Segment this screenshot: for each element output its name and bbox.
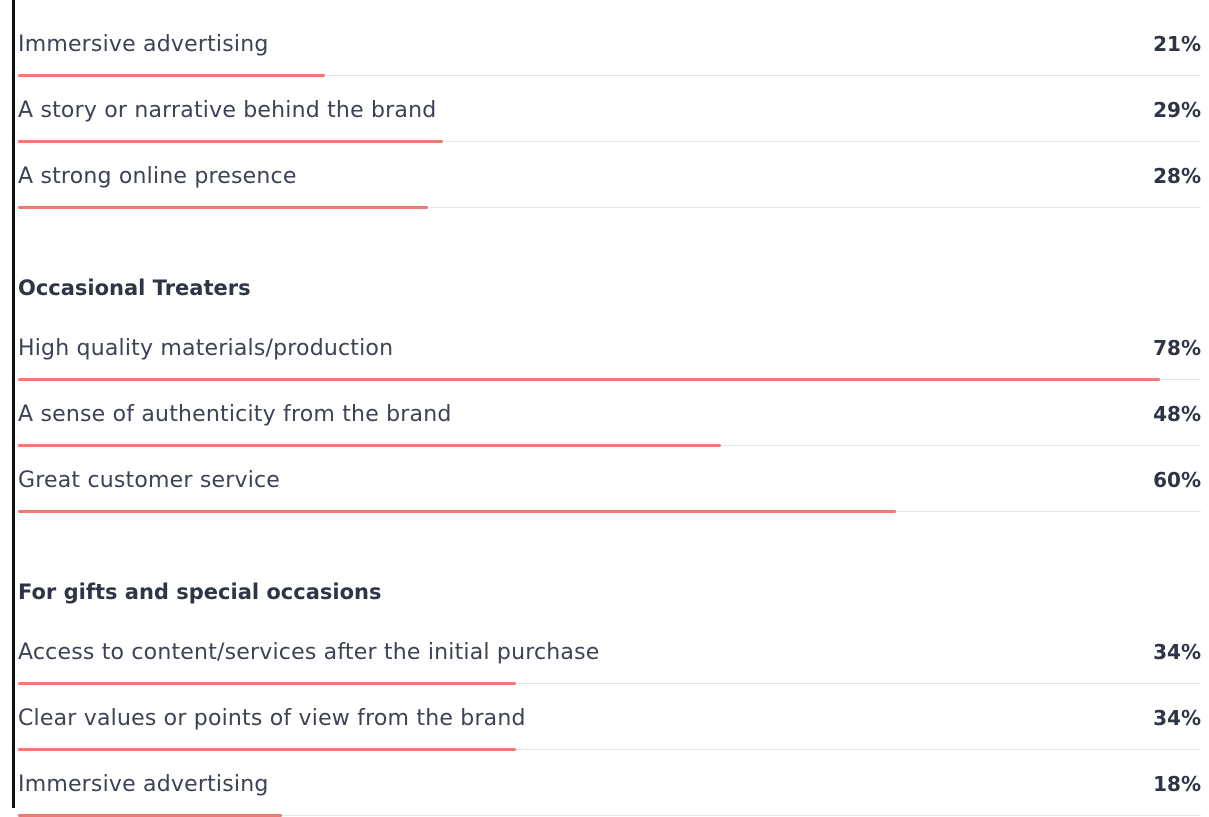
bar-label: A story or narrative behind the brand [18,98,437,123]
left-border-line [12,0,15,808]
bar-row: A sense of authenticity from the brand 4… [18,380,1201,447]
bar-row: Clear values or points of view from the … [18,684,1201,751]
bar-label: Great customer service [18,468,281,493]
bar [18,206,428,209]
bar-label: Clear values or points of view from the … [18,706,526,731]
bar-row: Access to content/services after the ini… [18,618,1201,685]
bar-value-label: 34% [1153,706,1201,730]
bar-value-label: 60% [1153,468,1201,492]
bar-label: A sense of authenticity from the brand [18,402,452,427]
bar-row: Immersive advertising 18% [18,750,1201,817]
bar [18,510,897,513]
bar-value-label: 28% [1153,164,1201,188]
bar-row: High quality materials/production 78% [18,314,1201,381]
bar-label: High quality materials/production [18,336,394,361]
group-title: Occasional Treaters [18,276,251,300]
bar-value-label: 21% [1153,32,1201,56]
bar-value-label: 29% [1153,98,1201,122]
bar-label: Access to content/services after the ini… [18,640,600,665]
bar-label: Immersive advertising [18,772,269,797]
bar-row: A story or narrative behind the brand 29… [18,76,1201,143]
bar-value-label: 78% [1153,336,1201,360]
bar-label: A strong online presence [18,164,297,189]
bar-value-label: 18% [1153,772,1201,796]
bar-row: A strong online presence 28% [18,142,1201,209]
bar-row: Immersive advertising 21% [18,10,1201,77]
bar-label: Immersive advertising [18,32,269,57]
group-title: For gifts and special occasions [18,580,382,604]
bar-row: Great customer service 60% [18,446,1201,513]
bar-value-label: 34% [1153,640,1201,664]
bar-value-label: 48% [1153,402,1201,426]
